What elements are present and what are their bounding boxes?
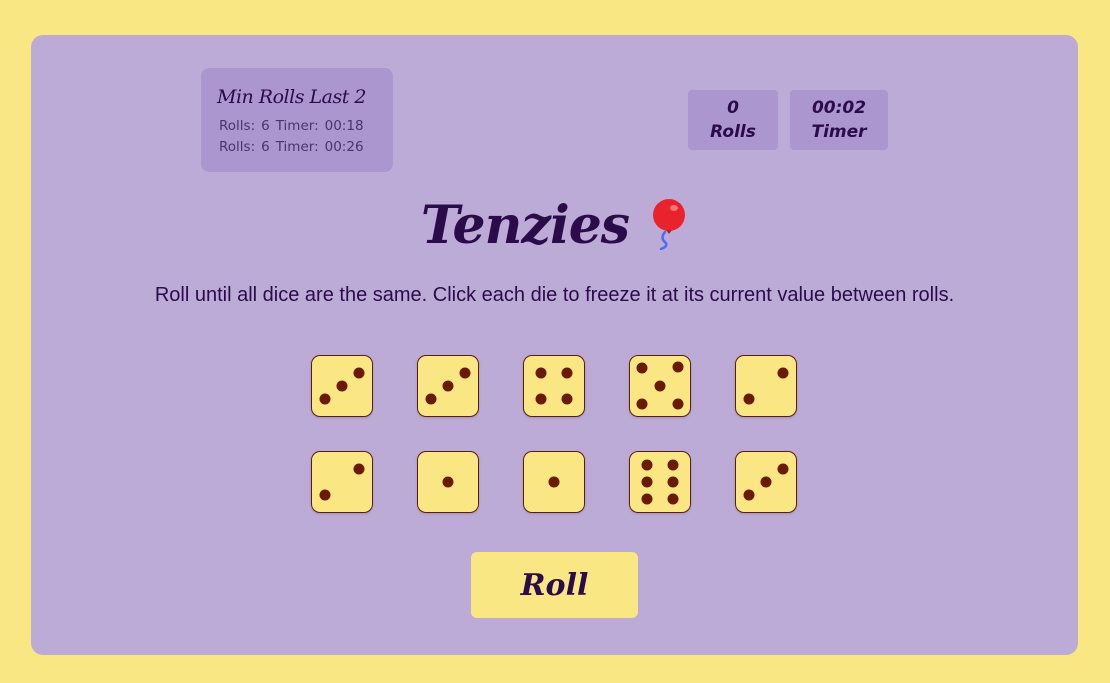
die-pip — [667, 459, 679, 471]
die-7[interactable] — [417, 451, 479, 513]
die-pip — [561, 393, 573, 405]
timer-label: Timer: — [275, 118, 319, 134]
timer-value: 00:18 — [324, 118, 364, 134]
dice-grid — [311, 355, 799, 513]
die-pip — [425, 393, 437, 405]
die-pip — [442, 476, 454, 488]
die-6[interactable] — [311, 451, 373, 513]
history-panel: Min Rolls Last 2 Rolls: 6 Timer: 00:18 Roll… — [201, 68, 393, 172]
game-card: Min Rolls Last 2 Rolls: 6 Timer: 00:18 Roll… — [31, 35, 1078, 655]
timer-value: 00:26 — [324, 139, 364, 155]
history-entry: Rolls: 6 Timer: 00:18 — [219, 116, 393, 137]
die-pip — [743, 489, 755, 501]
die-5[interactable] — [735, 355, 797, 417]
die-pip — [535, 367, 547, 379]
die-pip — [777, 367, 789, 379]
die-pip — [654, 380, 666, 392]
instructions: Roll until all dice are the same. Click … — [154, 284, 955, 306]
timer-display-label: Timer — [811, 122, 867, 142]
page-title: Tenzies — [420, 195, 630, 256]
die-pip — [641, 493, 653, 505]
die-pip — [353, 367, 365, 379]
die-pip — [672, 361, 684, 373]
die-pip — [336, 380, 348, 392]
die-pip — [641, 476, 653, 488]
die-pip — [760, 476, 772, 488]
timer-display: 00:02 Timer — [790, 90, 888, 150]
die-4[interactable] — [629, 355, 691, 417]
die-8[interactable] — [523, 451, 585, 513]
die-pip — [459, 367, 471, 379]
die-pip — [777, 463, 789, 475]
die-pip — [535, 393, 547, 405]
history-entry: Rolls: 6 Timer: 00:26 — [219, 137, 393, 158]
rolls-counter: 0 Rolls — [688, 90, 778, 150]
rolls-value: 6 — [261, 118, 270, 134]
die-pip — [636, 398, 648, 410]
timer-count: 00:02 — [811, 98, 867, 118]
rolls-label: Rolls: — [219, 118, 256, 134]
die-2[interactable] — [417, 355, 479, 417]
die-1[interactable] — [311, 355, 373, 417]
die-pip — [667, 476, 679, 488]
title-row: Tenzies — [31, 195, 1078, 256]
die-pip — [319, 393, 331, 405]
die-9[interactable] — [629, 451, 691, 513]
die-pip — [319, 489, 331, 501]
rolls-label: Rolls: — [219, 139, 256, 155]
rolls-counter-label: Rolls — [710, 122, 756, 142]
history-title: Min Rolls Last 2 — [217, 86, 366, 108]
die-pip — [442, 380, 454, 392]
roll-button[interactable]: Roll — [471, 552, 638, 618]
rolls-value: 6 — [261, 139, 270, 155]
die-pip — [561, 367, 573, 379]
die-pip — [636, 362, 648, 374]
die-pip — [672, 398, 684, 410]
balloon-icon — [648, 198, 688, 254]
rolls-count: 0 — [727, 98, 739, 118]
die-pip — [667, 493, 679, 505]
die-pip — [548, 476, 560, 488]
die-pip — [743, 393, 755, 405]
die-pip — [641, 459, 653, 471]
timer-label: Timer: — [275, 139, 319, 155]
die-3[interactable] — [523, 355, 585, 417]
die-10[interactable] — [735, 451, 797, 513]
die-pip — [353, 463, 365, 475]
